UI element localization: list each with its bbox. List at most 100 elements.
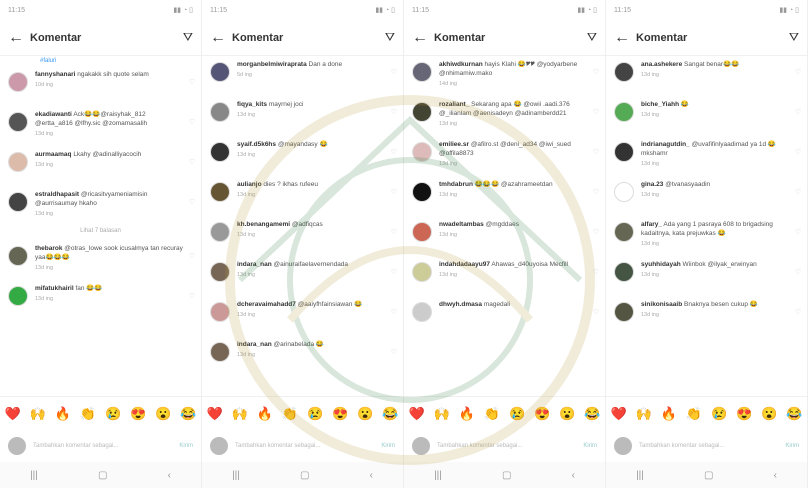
comment-row[interactable]: mifatukhairil fan 😂😂 13d ing ♡ <box>0 280 201 320</box>
emoji-button[interactable]: ❤️ <box>206 406 222 422</box>
post-button[interactable]: Kirim <box>583 443 597 449</box>
avatar[interactable] <box>614 222 634 242</box>
emoji-button[interactable]: 😮 <box>761 406 777 422</box>
home-icon[interactable]: ▢ <box>704 470 713 481</box>
emoji-button[interactable]: 😢 <box>509 406 525 422</box>
emoji-button[interactable]: 😂 <box>180 406 196 422</box>
like-heart-icon[interactable]: ♡ <box>593 228 599 236</box>
like-heart-icon[interactable]: ♡ <box>189 118 195 126</box>
emoji-button[interactable]: 😢 <box>307 406 323 422</box>
comment-list[interactable]: ana.ashekere Sangat benar😂😂 13d ing ♡ biche… <box>606 56 807 396</box>
avatar[interactable] <box>412 62 432 82</box>
comment-row[interactable]: kh.benangamemi @adfiqcas 13d ing ♡ <box>202 216 403 256</box>
like-heart-icon[interactable]: ♡ <box>795 188 801 196</box>
avatar[interactable] <box>614 102 634 122</box>
comment-row[interactable]: biche_Yiahh 😂 13d ing ♡ <box>606 96 807 136</box>
emoji-button[interactable]: 😢 <box>105 406 121 422</box>
comment-username[interactable]: tmhdabrun <box>439 181 473 188</box>
view-replies-link[interactable]: Lihat 7 balasan <box>0 226 201 240</box>
filter-icon[interactable]: ⛛ <box>385 30 395 45</box>
like-heart-icon[interactable]: ♡ <box>189 78 195 86</box>
comment-row[interactable]: aulianjo dies ? ikhas rufeeu 13d ing ♡ <box>202 176 403 216</box>
comment-row[interactable]: sinikonisaaib Bnaknya besen cukup 😂 13d i… <box>606 296 807 336</box>
comment-username[interactable]: biche_Yiahh <box>641 101 679 108</box>
comment-username[interactable]: gina.23 <box>641 181 663 188</box>
like-heart-icon[interactable]: ♡ <box>391 228 397 236</box>
avatar[interactable] <box>210 62 230 82</box>
comment-username[interactable]: ekadiawanti <box>35 111 72 118</box>
avatar[interactable] <box>614 62 634 82</box>
like-heart-icon[interactable]: ♡ <box>391 348 397 356</box>
comment-row[interactable]: ana.ashekere Sangat benar😂😂 13d ing ♡ <box>606 56 807 96</box>
post-button[interactable]: Kirim <box>381 443 395 449</box>
like-heart-icon[interactable]: ♡ <box>391 308 397 316</box>
like-heart-icon[interactable]: ♡ <box>593 108 599 116</box>
post-button[interactable]: Kirim <box>179 443 193 449</box>
comment-username[interactable]: emiliee.sr <box>439 141 469 148</box>
emoji-button[interactable]: 🔥 <box>459 406 475 422</box>
comment-username[interactable]: syuhhidayah <box>641 261 681 268</box>
like-heart-icon[interactable]: ♡ <box>593 188 599 196</box>
avatar[interactable] <box>210 182 230 202</box>
emoji-button[interactable]: 🔥 <box>661 406 677 422</box>
avatar[interactable] <box>412 102 432 122</box>
comment-username[interactable]: fiqya_kits <box>237 101 267 108</box>
emoji-button[interactable]: 👏 <box>484 406 500 422</box>
like-heart-icon[interactable]: ♡ <box>391 268 397 276</box>
emoji-button[interactable]: 😍 <box>130 406 146 422</box>
back-icon[interactable]: ‹ <box>572 470 575 481</box>
comment-username[interactable]: sinikonisaaib <box>641 301 682 308</box>
avatar[interactable] <box>614 302 634 322</box>
comment-row[interactable]: indara_nan @arinabelada 😂 13d ing ♡ <box>202 336 403 376</box>
emoji-button[interactable]: 🙌 <box>232 406 248 422</box>
avatar[interactable] <box>210 102 230 122</box>
home-icon[interactable]: ▢ <box>502 470 511 481</box>
avatar[interactable] <box>210 302 230 322</box>
emoji-button[interactable]: 👏 <box>282 406 298 422</box>
avatar[interactable] <box>412 222 432 242</box>
avatar[interactable] <box>8 246 28 266</box>
like-heart-icon[interactable]: ♡ <box>391 108 397 116</box>
recent-apps-icon[interactable]: ||| <box>30 470 38 481</box>
comment-username[interactable]: fannyshanari <box>35 71 75 78</box>
emoji-button[interactable]: 🙌 <box>636 406 652 422</box>
comment-list[interactable]: #faluri fannyshanari ngakakk sih quote se… <box>0 56 201 396</box>
like-heart-icon[interactable]: ♡ <box>189 198 195 206</box>
emoji-button[interactable]: 👏 <box>686 406 702 422</box>
recent-apps-icon[interactable]: ||| <box>636 470 644 481</box>
comment-row[interactable]: aurmaamaq Lkahy @adinalliyacocih 13d ing ♡ <box>0 146 201 186</box>
avatar[interactable] <box>210 262 230 282</box>
back-icon[interactable]: ‹ <box>168 470 171 481</box>
home-icon[interactable]: ▢ <box>98 470 107 481</box>
emoji-button[interactable]: 🙌 <box>30 406 46 422</box>
like-heart-icon[interactable]: ♡ <box>795 68 801 76</box>
comment-row[interactable]: estraldhapasit @ricasitvyameniamisin @au… <box>0 186 201 226</box>
avatar[interactable] <box>614 142 634 162</box>
like-heart-icon[interactable]: ♡ <box>189 252 195 260</box>
filter-icon[interactable]: ⛛ <box>789 30 799 45</box>
emoji-button[interactable]: 😂 <box>382 406 398 422</box>
comment-input[interactable]: Tambahkan komentar sebagai... <box>639 443 785 449</box>
comment-username[interactable]: syaif.d5k6hs <box>237 141 276 148</box>
like-heart-icon[interactable]: ♡ <box>189 158 195 166</box>
comment-username[interactable]: aulianjo <box>237 181 262 188</box>
avatar[interactable] <box>210 342 230 362</box>
emoji-button[interactable]: 😢 <box>711 406 727 422</box>
comment-username[interactable]: indrianagutdin_ <box>641 141 690 148</box>
comment-row[interactable]: ekadiawanti Ack😂😂@raisyhak_812 @ertta_a8… <box>0 106 201 146</box>
comment-row[interactable]: dhwyh.dmasa magedali ♡ <box>404 296 605 336</box>
comment-row[interactable]: syaif.d5k6hs @mayandasy 😂 13d ing ♡ <box>202 136 403 176</box>
like-heart-icon[interactable]: ♡ <box>593 68 599 76</box>
comment-row[interactable]: fiqya_kits mayrnej joci 13d ing ♡ <box>202 96 403 136</box>
avatar[interactable] <box>412 142 432 162</box>
comment-username[interactable]: dhwyh.dmasa <box>439 301 482 308</box>
comment-row[interactable]: emiliee.sr @afilro.st @deni_ad34 @iwi_su… <box>404 136 605 176</box>
recent-apps-icon[interactable]: ||| <box>232 470 240 481</box>
like-heart-icon[interactable]: ♡ <box>593 148 599 156</box>
back-icon[interactable]: ‹ <box>774 470 777 481</box>
emoji-button[interactable]: 😮 <box>559 406 575 422</box>
emoji-button[interactable]: 👏 <box>80 406 96 422</box>
like-heart-icon[interactable]: ♡ <box>795 308 801 316</box>
comment-row[interactable]: dcheravaimahadd7 @aaiyfhfainsiawan 😂 13d … <box>202 296 403 336</box>
like-heart-icon[interactable]: ♡ <box>391 68 397 76</box>
